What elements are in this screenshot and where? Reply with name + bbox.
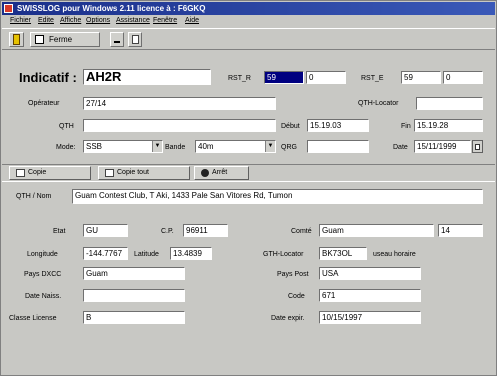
pays-dxcc-label: Pays DXCC [24, 271, 62, 278]
longitude-label: Longitude [27, 251, 58, 258]
close-button[interactable]: Ferme [30, 32, 100, 47]
date-expir-field[interactable]: 10/15/1997 [319, 311, 421, 324]
menu-edite[interactable]: Edite [38, 15, 54, 27]
qth-locator-field[interactable] [416, 97, 483, 110]
page-icon [132, 35, 139, 44]
etat-label: Etat [53, 228, 66, 235]
mode-value: SSB [86, 142, 103, 151]
window-title: SWISSLOG pour Windows 2.11 licence à : F… [17, 4, 206, 13]
minimize-icon [114, 41, 120, 43]
pays-dxcc-field[interactable]: Guam [83, 267, 185, 280]
qrg-label: QRG [281, 144, 297, 151]
print-button[interactable] [128, 32, 142, 47]
book-icon [13, 34, 20, 45]
gth-locator-field[interactable]: BK73OL [319, 247, 367, 260]
mode-label: Mode: [56, 144, 76, 151]
code-label: Code [288, 293, 305, 300]
rst-e-extra-field[interactable]: 0 [443, 71, 483, 84]
rst-e-label: RST_E [361, 75, 384, 82]
longitude-field[interactable]: -144.7767 [83, 247, 128, 260]
calendar-page [475, 144, 480, 150]
menu-bar: Fichier Edite Affiche Options Assistance… [2, 15, 495, 27]
calendar-icon[interactable] [472, 140, 483, 153]
action-button-bar: Copie Copie tout Arrêt [2, 164, 495, 182]
fin-field[interactable]: 15.19.28 [414, 119, 483, 132]
operateur-field[interactable]: 27/14 [83, 97, 276, 110]
qrg-field[interactable] [307, 140, 369, 153]
debut-label: Début [281, 123, 300, 130]
menu-fenetre[interactable]: Fenêtre [153, 15, 177, 27]
fin-label: Fin [401, 123, 411, 130]
rst-e-field[interactable]: 59 [401, 71, 441, 84]
chevron-down-icon[interactable]: ▼ [152, 141, 162, 152]
bande-select[interactable]: 40m ▼ [195, 140, 276, 153]
classe-license-label: Classe License [9, 315, 57, 322]
etat-field[interactable]: GU [83, 224, 128, 237]
minimize-button[interactable] [110, 32, 124, 47]
menu-affiche[interactable]: Affiche [60, 15, 81, 27]
menu-options[interactable]: Options [86, 15, 110, 27]
copy-all-icon [105, 169, 114, 177]
qth-nom-label: QTH / Nom [16, 193, 52, 200]
cp-field[interactable]: 96911 [183, 224, 228, 237]
fuseau-horaire-label: useau horaire [373, 251, 416, 258]
comte-field[interactable]: Guam [319, 224, 434, 237]
qth-nom-field[interactable]: Guam Contest Club, T Aki, 1433 Pale San … [72, 189, 483, 204]
pays-post-field[interactable]: USA [319, 267, 421, 280]
qth-locator-label: QTH-Locator [358, 100, 399, 107]
debut-field[interactable]: 15.19.03 [307, 119, 369, 132]
stop-button[interactable]: Arrêt [194, 166, 249, 180]
cp-label: C.P. [161, 228, 174, 235]
code-field[interactable]: 671 [319, 289, 421, 302]
mode-select[interactable]: SSB ▼ [83, 140, 163, 153]
app-window: SWISSLOG pour Windows 2.11 licence à : F… [0, 0, 497, 376]
bande-value: 40m [198, 142, 214, 151]
rst-r-extra-field[interactable]: 0 [306, 71, 346, 84]
copy-button-label: Copie [28, 169, 47, 176]
date-naiss-label: Date Naiss. [25, 293, 62, 300]
menu-aide[interactable]: Aide [185, 15, 199, 27]
comte-label: Comté [291, 228, 312, 235]
date-expir-label: Date expir. [271, 315, 305, 322]
gth-locator-label: GTH-Locator [263, 251, 304, 258]
copy-all-button[interactable]: Copie tout [98, 166, 190, 180]
date-field[interactable]: 15/11/1999 [414, 140, 471, 153]
menu-assistance[interactable]: Assistance [116, 15, 150, 27]
indicatif-field[interactable]: AH2R [83, 69, 211, 85]
stop-icon [201, 169, 209, 177]
toolbar: Ferme [2, 28, 495, 50]
classe-license-field[interactable]: B [83, 311, 185, 324]
copy-all-button-label: Copie tout [117, 169, 149, 176]
latitude-field[interactable]: 13.4839 [170, 247, 212, 260]
qth-label: QTH [59, 123, 74, 130]
menu-fichier[interactable]: Fichier [10, 15, 31, 27]
bande-label: Bande [165, 144, 186, 151]
close-button-label: Ferme [49, 35, 73, 44]
qth-field[interactable] [83, 119, 276, 132]
operateur-label: Opérateur [28, 100, 60, 107]
app-icon [4, 4, 13, 13]
copy-icon [16, 169, 25, 177]
indicatif-label: Indicatif : [19, 70, 77, 85]
rst-r-label: RST_R [228, 75, 251, 82]
stop-button-label: Arrêt [212, 169, 228, 176]
copy-button[interactable]: Copie [9, 166, 91, 180]
close-doc-icon [35, 35, 44, 44]
open-log-button[interactable] [9, 32, 24, 47]
latitude-label: Latitude [134, 251, 159, 258]
date-label: Date [393, 144, 408, 151]
comte-code-field[interactable]: 14 [438, 224, 483, 237]
date-naiss-field[interactable] [83, 289, 185, 302]
pays-post-label: Pays Post [277, 271, 309, 278]
rst-r-field[interactable]: 59 [264, 71, 304, 84]
title-bar: SWISSLOG pour Windows 2.11 licence à : F… [2, 2, 495, 15]
chevron-down-icon[interactable]: ▼ [265, 141, 275, 152]
